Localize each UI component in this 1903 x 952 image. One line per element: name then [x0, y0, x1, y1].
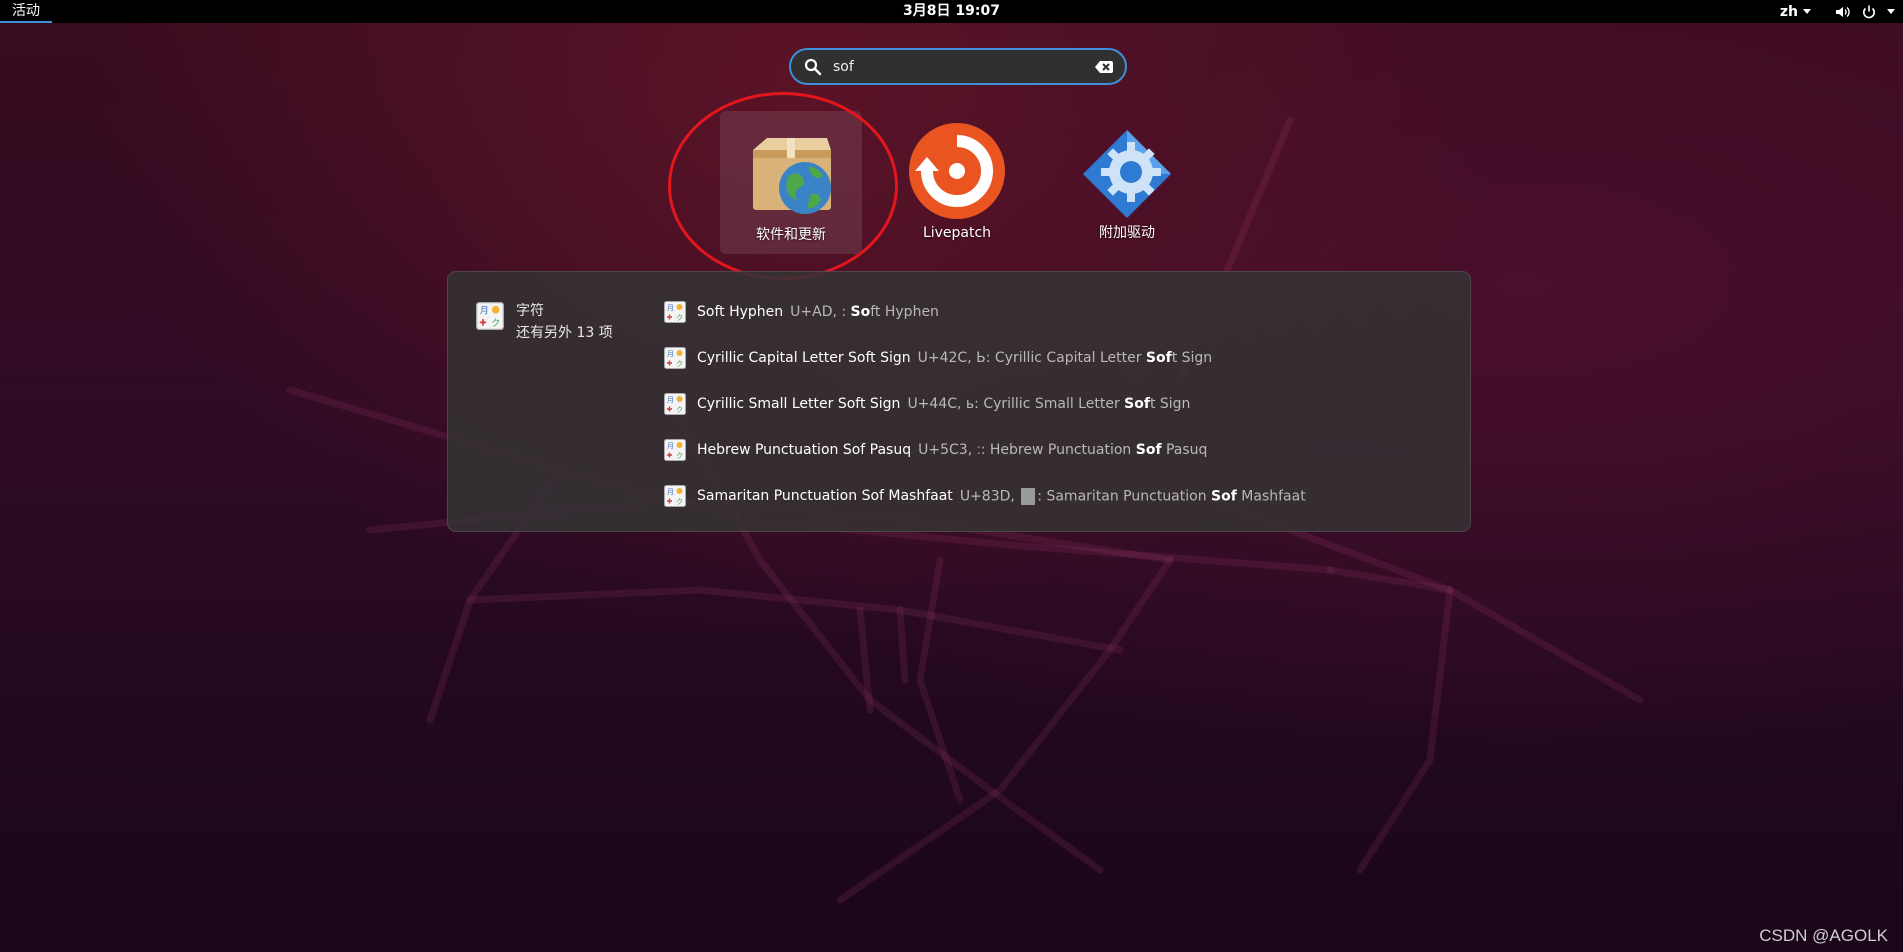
app-livepatch[interactable]: Livepatch [886, 111, 1028, 254]
svg-text:月: 月 [667, 304, 674, 312]
svg-text:月: 月 [667, 442, 674, 450]
svg-text:月: 月 [667, 350, 674, 358]
result-title: Samaritan Punctuation Sof Mashfaat [697, 488, 953, 504]
result-description: U+44C, ь: Cyrillic Small Letter Soft Sig… [907, 396, 1191, 412]
search-icon [804, 58, 822, 75]
system-menu-chevron-icon [1887, 9, 1895, 14]
search-results-panel: 月 ク 字符 还有另外 13 项 月 ク Soft Hyphen U+AD, :… [447, 271, 1471, 532]
result-provider-characters[interactable]: 月 ク 字符 还有另外 13 项 [476, 300, 613, 344]
livepatch-icon [909, 123, 1005, 219]
svg-text:ク: ク [491, 318, 500, 329]
charmap-icon: 月 ク [664, 485, 686, 507]
provider-more-count: 还有另外 13 项 [516, 325, 613, 341]
result-description: U+42C, Ь: Cyrillic Capital Letter Soft S… [917, 350, 1213, 366]
chevron-down-icon [1803, 9, 1811, 14]
charmap-icon: 月 ク [476, 302, 504, 330]
charmap-icon: 月 ク [664, 347, 686, 369]
app-additional-drivers[interactable]: 附加驱动 [1056, 111, 1198, 254]
result-title: Cyrillic Small Letter Soft Sign [697, 396, 901, 412]
charmap-icon: 月 ク [664, 301, 686, 323]
svg-text:月: 月 [480, 305, 489, 316]
svg-text:ク: ク [676, 498, 683, 506]
input-method-menu[interactable]: zh [1780, 4, 1811, 20]
app-label: 附加驱动 [1099, 225, 1155, 241]
result-item[interactable]: 月 ク Cyrillic Capital Letter Soft Sign U+… [664, 335, 1306, 381]
charmap-icon: 月 ク [664, 393, 686, 415]
clear-search-icon[interactable] [1093, 56, 1115, 78]
app-label: Livepatch [922, 225, 992, 241]
search-box[interactable] [789, 48, 1127, 85]
result-title: Soft Hyphen [697, 304, 784, 320]
result-title: Cyrillic Capital Letter Soft Sign [697, 350, 911, 366]
search-input[interactable] [831, 57, 1093, 76]
result-description: U+5C3, ׃: Hebrew Punctuation Sof Pasuq [918, 442, 1208, 458]
provider-name: 字符 [516, 303, 544, 319]
software-updates-icon [753, 138, 831, 214]
system-tray[interactable]: zh [1780, 0, 1895, 23]
app-software-updates[interactable]: 软件和更新 [720, 111, 862, 254]
clock[interactable]: 3月8日 19:07 [0, 0, 1903, 23]
result-item[interactable]: 月 ク Cyrillic Small Letter Soft Sign U+44… [664, 381, 1306, 427]
svg-text:月: 月 [667, 488, 674, 496]
svg-text:ク: ク [676, 452, 683, 460]
result-item[interactable]: 月 ク Soft Hyphen U+AD, : Soft Hyphen [664, 289, 1306, 335]
result-title: Hebrew Punctuation Sof Pasuq [697, 442, 912, 458]
svg-text:月: 月 [667, 396, 674, 404]
result-description: U+AD, : Soft Hyphen [790, 304, 939, 320]
result-description: U+83D, : Samaritan Punctuation Sof Mashf… [959, 487, 1306, 505]
charmap-icon: 月 ク [664, 439, 686, 461]
app-label: 软件和更新 [756, 227, 826, 243]
missing-glyph-box [1021, 487, 1036, 505]
watermark: CSDN @AGOLK [1759, 926, 1888, 945]
top-bar: 活动 3月8日 19:07 zh [0, 0, 1903, 23]
svg-text:ク: ク [676, 406, 683, 414]
result-item[interactable]: 月 ク Samaritan Punctuation Sof Mashfaat U… [664, 473, 1306, 519]
result-list: 月 ク Soft Hyphen U+AD, : Soft Hyphen 月 ク … [664, 289, 1306, 519]
additional-drivers-icon [1083, 130, 1171, 218]
input-method-label: zh [1779, 3, 1798, 20]
svg-text:ク: ク [676, 360, 683, 368]
svg-text:ク: ク [676, 314, 683, 322]
power-icon [1863, 5, 1875, 18]
result-item[interactable]: 月 ク Hebrew Punctuation Sof Pasuq U+5C3, … [664, 427, 1306, 473]
volume-icon [1836, 6, 1850, 17]
